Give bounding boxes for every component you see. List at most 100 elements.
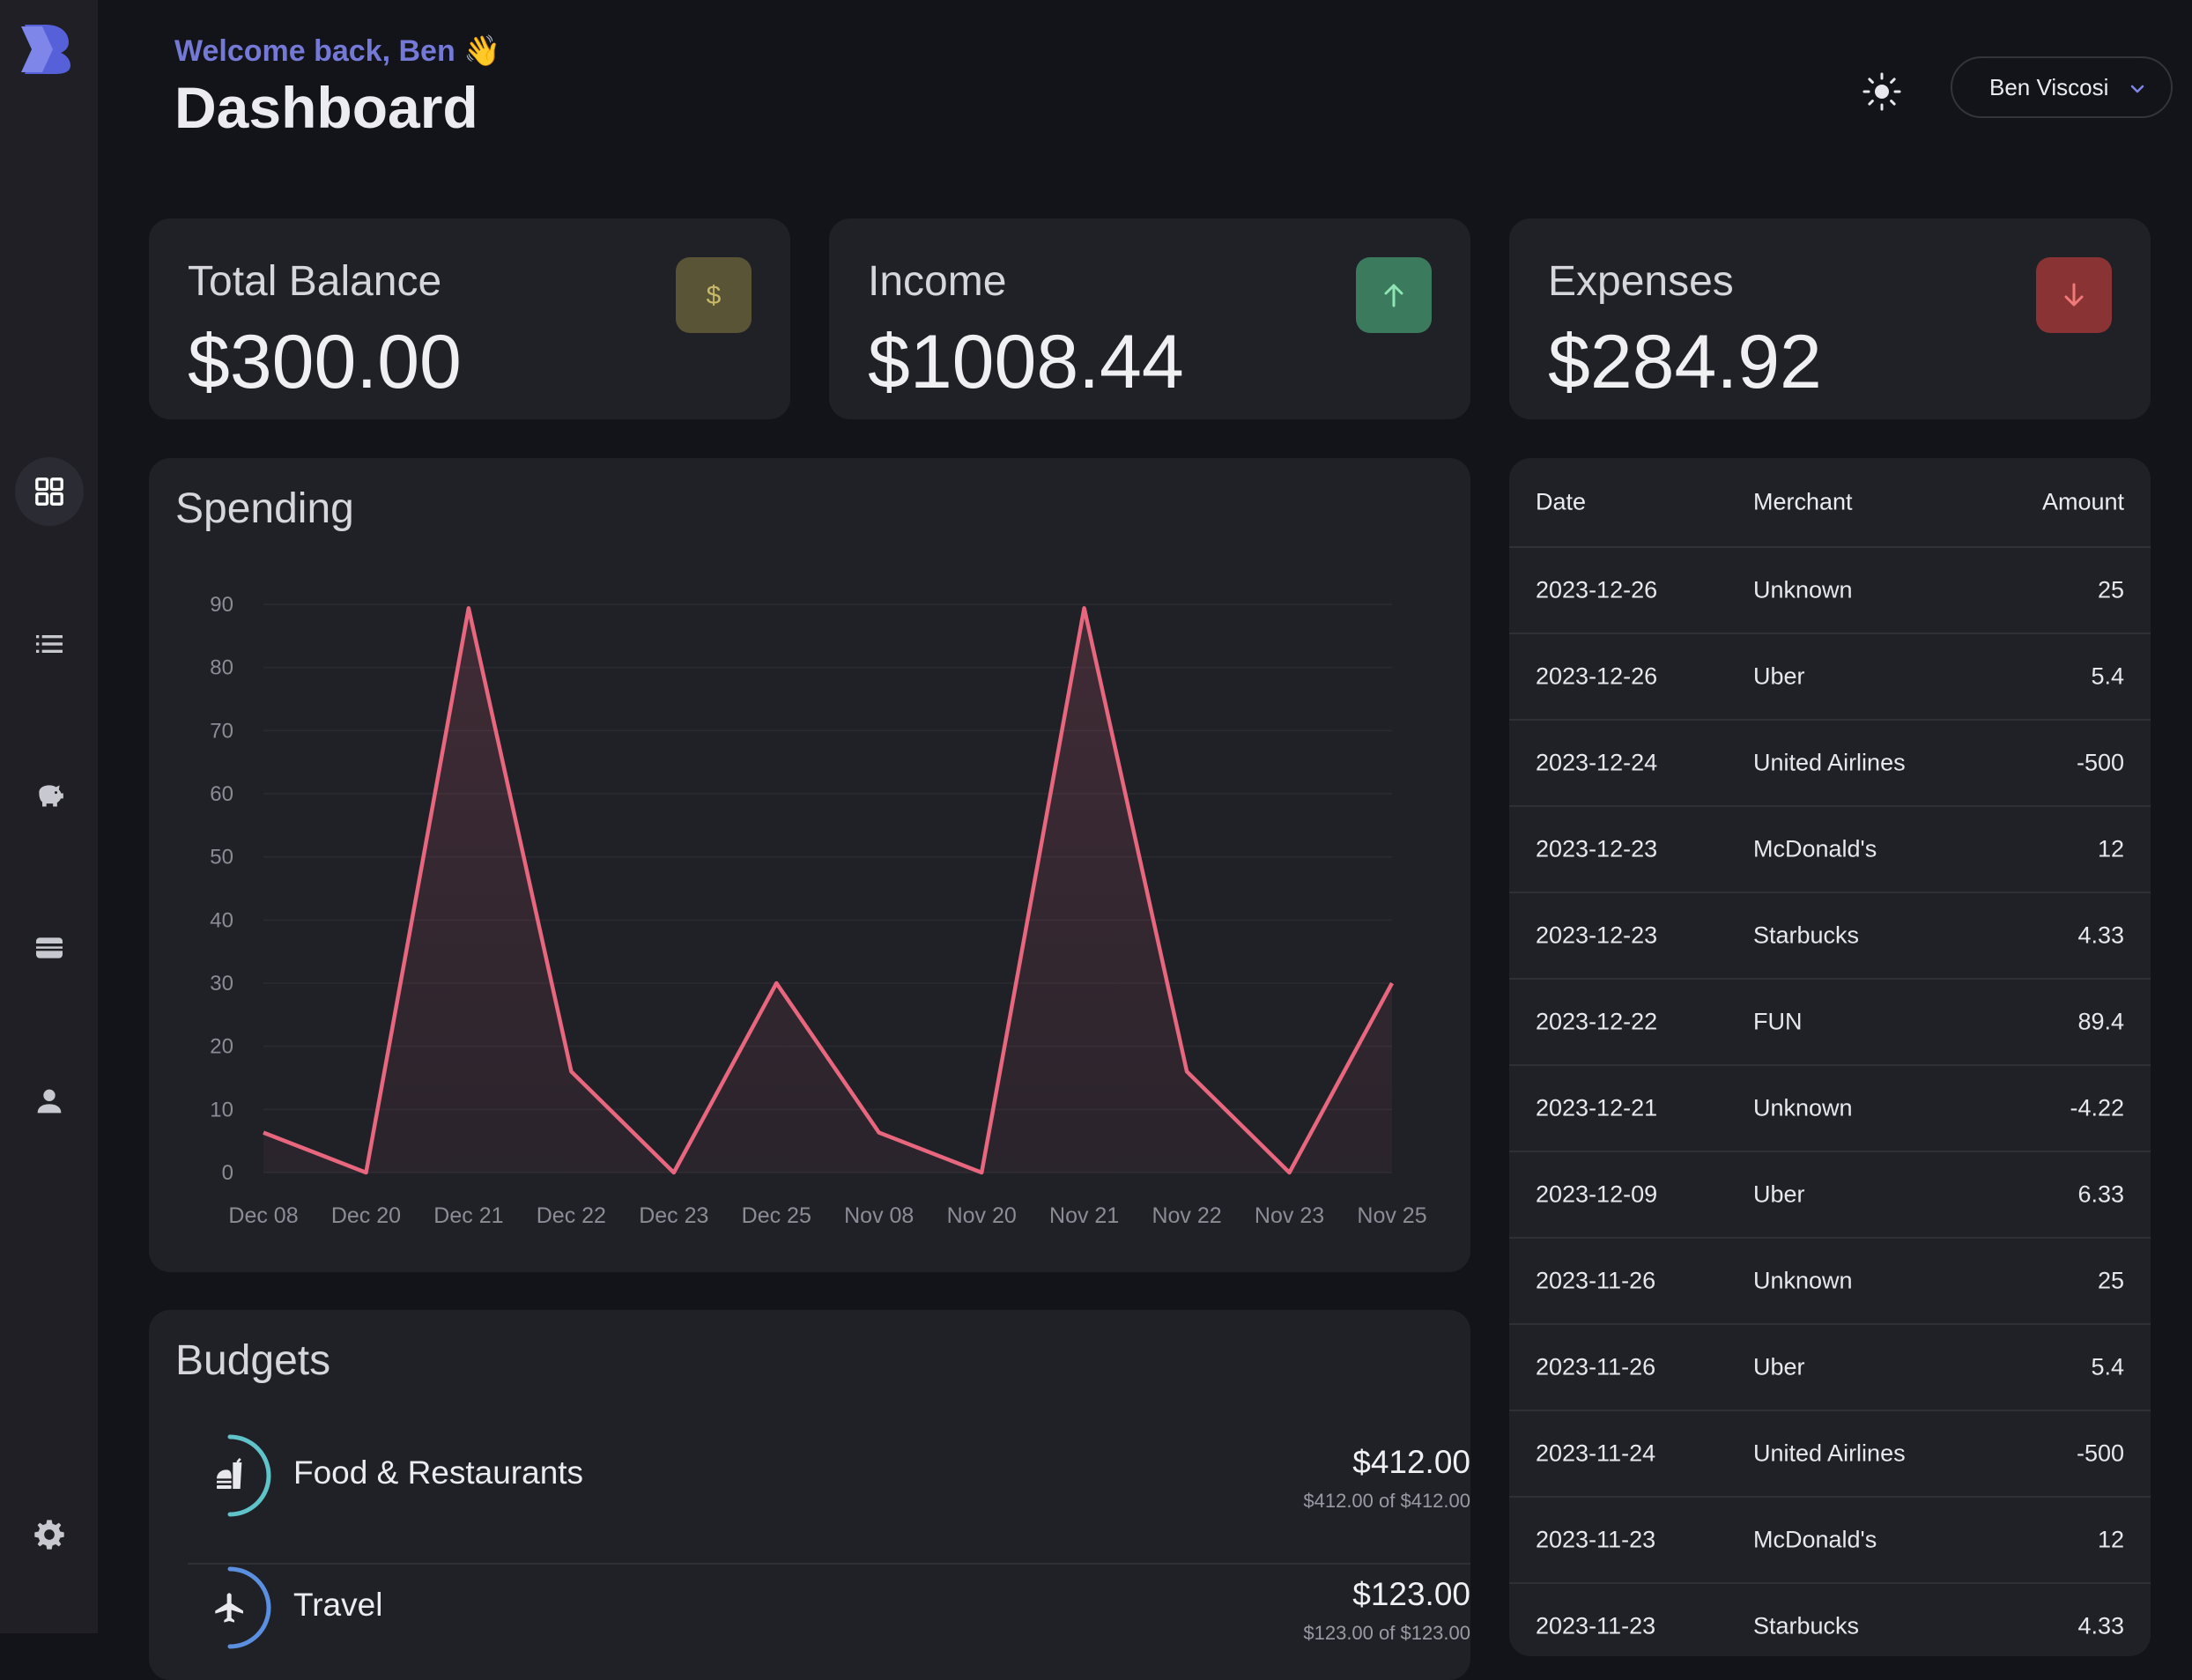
table-row[interactable]: 2023-11-23 McDonald's 12 [1509,1498,2151,1584]
svg-text:$: $ [707,281,722,310]
table-row[interactable]: 2023-12-21 Unknown -4.22 [1509,1066,2151,1152]
y-tick-label: 70 [210,719,233,743]
data-point[interactable] [1079,603,1090,613]
income-card: Income $1008.44 [829,218,1470,419]
x-tick-label: Nov 21 [1049,1203,1119,1228]
cell-date: 2023-12-23 [1536,921,1658,949]
table-row[interactable]: 2023-12-22 FUN 89.4 [1509,980,2151,1066]
arrow-down-icon [2064,283,2084,307]
cell-amount: 12 [2097,835,2124,862]
theme-toggle-sun-icon[interactable] [1859,69,1905,115]
cell-date: 2023-11-26 [1536,1353,1656,1380]
stat-value: $300.00 [188,320,462,404]
nav-budgets[interactable] [15,761,84,830]
table-row[interactable]: 2023-12-26 Unknown 25 [1509,548,2151,634]
column-header-date[interactable]: Date [1536,489,1586,516]
cell-amount: 25 [2097,1267,2124,1294]
y-tick-label: 50 [210,846,233,870]
user-menu-button[interactable]: Ben Viscosi [1951,56,2173,118]
cell-date: 2023-12-21 [1536,1094,1658,1121]
column-header-merchant[interactable]: Merchant [1753,489,1853,516]
table-row[interactable]: 2023-12-09 Uber 6.33 [1509,1152,2151,1239]
cell-amount: -4.22 [2070,1094,2124,1121]
cell-merchant: United Airlines [1753,749,1906,776]
spending-area [263,608,1392,1173]
cell-date: 2023-11-23 [1536,1526,1656,1553]
cell-date: 2023-11-24 [1536,1439,1656,1467]
data-point[interactable] [1181,1066,1192,1077]
cell-amount: 4.33 [2077,921,2124,949]
stat-icon-badge [1356,257,1432,333]
data-point[interactable] [258,1128,269,1138]
y-tick-label: 60 [210,782,233,806]
y-tick-label: 90 [210,593,233,617]
cell-amount: 4.33 [2077,1612,2124,1639]
cell-merchant: McDonald's [1753,835,1877,862]
table-row[interactable]: 2023-11-24 United Airlines -500 [1509,1411,2151,1498]
nav-transactions[interactable] [15,610,84,678]
table-row[interactable]: 2023-11-26 Uber 5.4 [1509,1325,2151,1411]
page-title: Dashboard [174,75,478,140]
nav-dashboard[interactable] [15,457,84,526]
table-row[interactable]: 2023-12-23 McDonald's 12 [1509,807,2151,893]
y-tick-label: 10 [210,1098,233,1121]
stat-value: $1008.44 [868,320,1184,404]
x-tick-label: Dec 21 [433,1203,503,1228]
budget-item-food[interactable]: Food & Restaurants $412.00 $412.00 of $4… [188,1433,1470,1565]
table-row[interactable]: 2023-11-26 Unknown 25 [1509,1239,2151,1325]
expenses-card: Expenses $284.92 [1509,218,2151,419]
budget-amount: $412.00 [1352,1444,1470,1480]
piggy-bank-icon [39,785,63,807]
nav-settings[interactable] [15,1500,84,1569]
cell-date: 2023-12-23 [1536,835,1658,862]
budget-item-travel[interactable]: Travel $123.00 $123.00 of $123.00 [188,1565,1470,1680]
x-tick-label: Dec 22 [537,1203,606,1228]
sidebar [0,0,98,1633]
cell-merchant: Uber [1753,1353,1805,1380]
person-icon [37,1089,62,1114]
y-tick-label: 0 [222,1161,233,1185]
cell-merchant: Uber [1753,1180,1805,1208]
nav-profile[interactable] [15,1067,84,1136]
y-tick-label: 20 [210,1035,233,1059]
stat-label: Total Balance [188,258,442,305]
app-logo-icon[interactable] [19,21,74,76]
cell-amount: 25 [2097,576,2124,603]
stat-value: $284.92 [1548,320,1822,404]
data-point[interactable] [1285,1167,1295,1178]
user-name: Ben Viscosi [1989,73,2109,100]
cell-merchant: Unknown [1753,576,1853,603]
budget-name: Food & Restaurants [293,1454,584,1491]
cell-merchant: Unknown [1753,1094,1853,1121]
data-point[interactable] [669,1167,679,1178]
nav-wallet[interactable] [15,914,84,982]
column-header-amount[interactable]: Amount [2042,489,2124,516]
data-point[interactable] [566,1066,576,1077]
cell-amount: 6.33 [2077,1180,2124,1208]
data-point[interactable] [360,1167,371,1178]
table-row[interactable]: 2023-12-24 United Airlines -500 [1509,721,2151,807]
y-tick-label: 80 [210,656,233,680]
stat-icon-badge [2036,257,2112,333]
stat-label: Income [868,258,1007,305]
x-tick-label: Dec 23 [639,1203,708,1228]
data-point[interactable] [976,1167,987,1178]
data-point[interactable] [463,603,474,613]
dollar-icon: $ [707,281,722,310]
transactions-table: Date Merchant Amount 2023-12-26 Unknown 25… [1509,458,2151,1656]
data-point[interactable] [1387,978,1397,988]
table-header: Date Merchant Amount [1509,458,2151,548]
data-point[interactable] [874,1128,885,1138]
total-balance-card: Total Balance $300.00 $ [149,218,790,419]
table-row[interactable]: 2023-12-23 Starbucks 4.33 [1509,893,2151,980]
x-tick-label: Dec 20 [331,1203,401,1228]
budget-amount: $123.00 [1352,1576,1470,1612]
cell-merchant: Starbucks [1753,921,1860,949]
table-row[interactable]: 2023-11-23 Starbucks 4.33 [1509,1584,2151,1656]
cell-date: 2023-12-26 [1536,662,1658,690]
cell-amount: -500 [2076,1439,2124,1467]
x-tick-label: Dec 08 [228,1203,298,1228]
cell-merchant: United Airlines [1753,1439,1906,1467]
data-point[interactable] [771,978,781,988]
table-row[interactable]: 2023-12-26 Uber 5.4 [1509,634,2151,721]
